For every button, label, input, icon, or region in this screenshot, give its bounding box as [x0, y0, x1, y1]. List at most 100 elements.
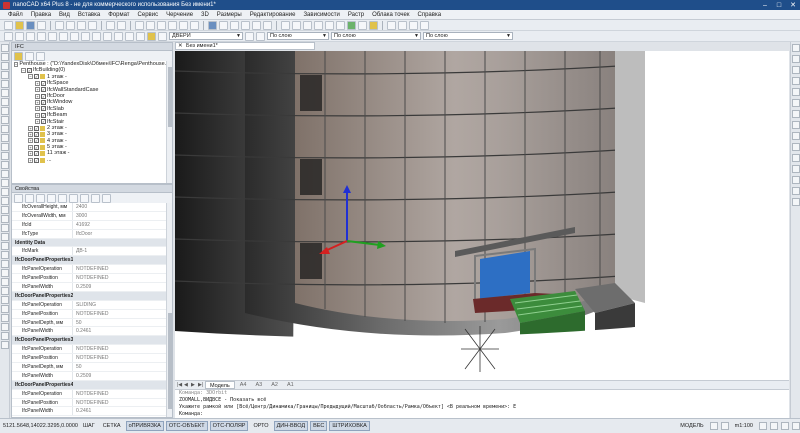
zoom-window-icon[interactable] [157, 20, 166, 30]
layer-props-icon[interactable] [4, 31, 13, 41]
design-center-icon[interactable] [292, 20, 301, 30]
visibility-checkbox[interactable]: ✓ [34, 131, 39, 137]
calculator-icon[interactable] [336, 20, 345, 30]
chamfer-icon[interactable] [0, 269, 9, 277]
menu-point-clouds[interactable]: Облака точек [368, 12, 413, 18]
annotation-icon[interactable] [759, 422, 767, 430]
extend-icon[interactable] [0, 251, 9, 259]
table-style-icon[interactable] [409, 20, 418, 30]
property-value[interactable]: 50 [72, 318, 166, 327]
rotate-icon[interactable] [0, 197, 9, 205]
visibility-checkbox[interactable]: ✓ [41, 80, 46, 86]
property-value[interactable]: NOTDEFINED [72, 265, 166, 274]
maximize-button[interactable]: □ [772, 2, 786, 9]
multileader-style-icon[interactable] [420, 20, 429, 30]
viewport-icon[interactable] [709, 422, 718, 430]
text-style-icon[interactable] [387, 20, 396, 30]
property-row[interactable]: IfcPanelWidth 0.2461 [12, 327, 166, 337]
properties-icon[interactable] [281, 20, 290, 30]
redo-icon[interactable] [117, 20, 126, 30]
expand-icon[interactable]: + [35, 119, 40, 125]
snap-extension-icon[interactable] [791, 88, 800, 96]
expand-icon[interactable]: + [35, 112, 40, 118]
view-left-icon[interactable] [252, 20, 261, 30]
leader-icon[interactable] [0, 341, 9, 349]
command-input[interactable]: Команда: [175, 411, 789, 418]
view-front-icon[interactable] [230, 20, 239, 30]
layer-current-icon[interactable] [70, 31, 79, 41]
polyline-icon[interactable] [0, 53, 9, 61]
open-ifc-icon[interactable] [14, 51, 23, 61]
visibility-checkbox[interactable]: ✓ [27, 68, 32, 74]
color-combo[interactable]: По слою ▼ [267, 32, 329, 40]
property-value[interactable]: NOTDEFINED [72, 398, 166, 407]
property-value[interactable]: NOTDEFINED [72, 389, 166, 398]
expand-icon[interactable]: + [35, 93, 40, 99]
status-toggle[interactable]: ШАГ [80, 421, 98, 431]
first-layout-icon[interactable]: |◀ [177, 382, 183, 388]
property-value[interactable]: 0.2509 [72, 371, 166, 380]
insert-block-icon[interactable] [0, 152, 9, 160]
property-value[interactable]: 50 [72, 363, 166, 371]
categories-icon[interactable] [58, 193, 67, 203]
menu-format[interactable]: Формат [104, 12, 133, 18]
lightbulb-icon[interactable] [147, 31, 156, 41]
menu-3d[interactable]: 3D [197, 12, 213, 18]
visibility-checkbox[interactable]: ✓ [41, 106, 46, 112]
menu-modify[interactable]: Редактирование [246, 12, 300, 18]
document-tab[interactable]: ✕ Без имени1* [175, 42, 315, 50]
paste-icon[interactable] [77, 20, 86, 30]
snap-node-icon[interactable] [791, 165, 800, 173]
menu-tools[interactable]: Сервис [134, 12, 163, 18]
close-button[interactable]: ✕ [786, 1, 800, 9]
fillet-icon[interactable] [0, 260, 9, 268]
color-picker-icon[interactable] [256, 31, 265, 41]
property-row[interactable]: IfcPanelWidth 0.2509 [12, 371, 166, 381]
property-section-header[interactable]: IfcDoorPanelProperties4 [12, 380, 166, 390]
expand-all-icon[interactable] [80, 193, 89, 203]
property-value[interactable]: 0.2461 [72, 407, 166, 416]
layer-combo[interactable]: ДВЕРИ ▼ [169, 32, 243, 40]
property-value[interactable]: 0.2509 [72, 283, 166, 291]
visibility-checkbox[interactable]: ✓ [34, 125, 39, 131]
scrollbar-thumb[interactable] [168, 313, 172, 409]
ellipse-icon[interactable] [0, 98, 9, 106]
status-toggle[interactable]: оПРИВЯЗКА [125, 421, 164, 431]
status-toggle[interactable]: СЕТКА [100, 421, 124, 431]
scale-icon[interactable] [0, 206, 9, 214]
lock-icon[interactable] [781, 422, 789, 430]
menu-constraints[interactable]: Зависимости [299, 12, 343, 18]
property-value[interactable]: SLIDING [72, 300, 166, 309]
print-icon[interactable] [37, 20, 46, 30]
zoom-all-icon[interactable] [179, 20, 188, 30]
view-iso-icon[interactable] [241, 20, 250, 30]
snap-none-icon[interactable] [791, 187, 800, 195]
tool-palette-icon[interactable] [303, 20, 312, 30]
property-value[interactable]: ДВ-1 [72, 247, 166, 256]
property-row[interactable]: IfcPanelWidth 0.2509 [12, 283, 166, 292]
filter-icon[interactable] [69, 193, 78, 203]
zoom-realtime-icon[interactable] [146, 20, 155, 30]
property-row[interactable]: IfcPanelPosition NOTDEFINED [12, 309, 166, 319]
tab-model[interactable]: Модель [205, 381, 235, 389]
expand-icon[interactable]: + [28, 144, 33, 150]
snap-parallel-icon[interactable] [791, 143, 800, 151]
status-toggle[interactable]: ВЕС [310, 421, 328, 431]
circle-icon[interactable] [0, 62, 9, 70]
visibility-checkbox[interactable]: ✓ [41, 87, 46, 93]
trim-icon[interactable] [0, 242, 9, 250]
layer-previous-icon[interactable] [369, 20, 378, 30]
property-row[interactable]: IfcId 41692 [12, 220, 166, 230]
layer-match-icon[interactable] [59, 31, 68, 41]
polygon-icon[interactable] [0, 89, 9, 97]
line-icon[interactable] [0, 44, 9, 52]
menu-view[interactable]: Вид [55, 12, 74, 18]
property-row[interactable]: IfcPanelPosition NOTDEFINED [12, 274, 166, 284]
property-value[interactable]: NOTDEFINED [72, 345, 166, 354]
snap-quadrant-icon[interactable] [791, 110, 800, 118]
ifc-tree-scrollbar[interactable] [166, 61, 172, 183]
spline-icon[interactable] [0, 107, 9, 115]
erase-icon[interactable] [0, 287, 9, 295]
layer-unlock-icon[interactable] [136, 31, 145, 41]
break-icon[interactable] [0, 305, 9, 313]
